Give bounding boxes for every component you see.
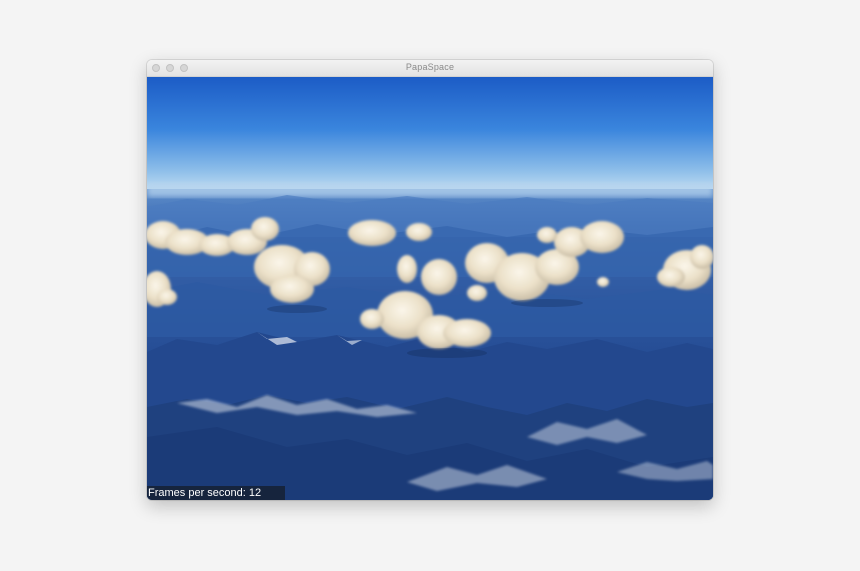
render-viewport[interactable]: Frames per second: 12 [147,77,713,500]
title-bar[interactable]: PapaSpace [147,60,713,77]
app-window: PapaSpace Frames per second: 12 [147,60,713,500]
window-title: PapaSpace [405,62,455,72]
scene-render [147,77,713,500]
fps-counter: Frames per second: 12 [147,486,286,500]
